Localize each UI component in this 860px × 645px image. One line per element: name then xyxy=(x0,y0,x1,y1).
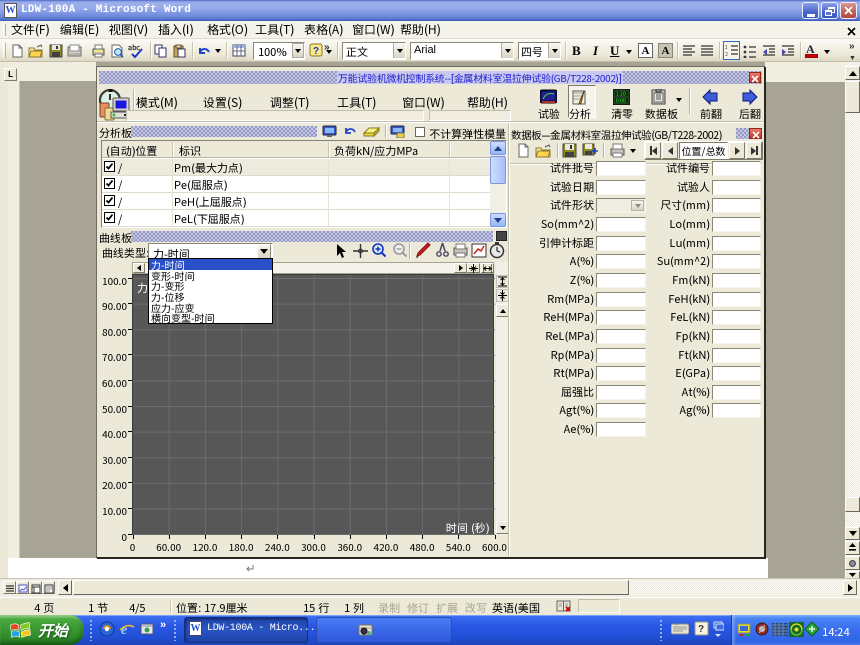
svg-text:0.00: 0.00 xyxy=(616,98,626,105)
svg-text:::::: :::: xyxy=(675,623,679,629)
svg-text:1.10: 1.10 xyxy=(616,91,626,98)
svg-text:?: ? xyxy=(698,621,704,635)
svg-text:2: 2 xyxy=(725,51,728,58)
svg-text:?: ? xyxy=(313,43,319,57)
svg-text:1: 1 xyxy=(725,44,728,51)
